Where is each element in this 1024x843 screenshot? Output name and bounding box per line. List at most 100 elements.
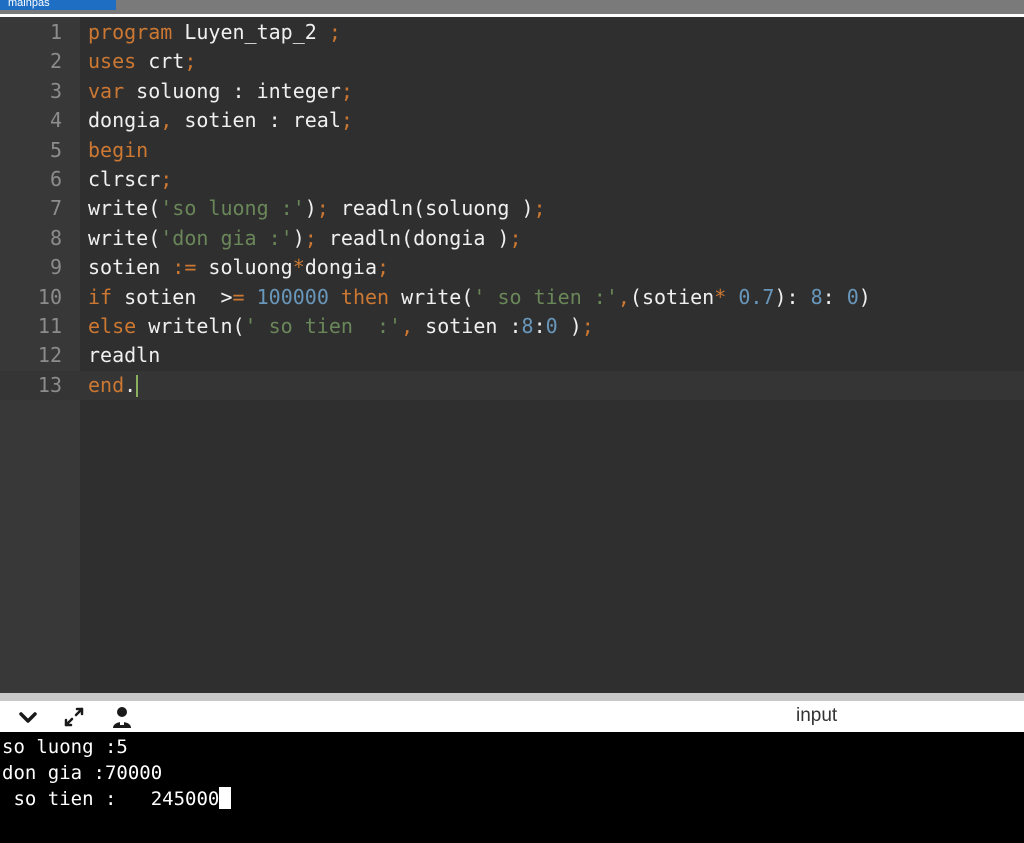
code-token: write( [88, 225, 161, 250]
expand-arrows-icon[interactable] [62, 705, 86, 729]
code-text[interactable]: program Luyen_tap_2 ; [88, 18, 341, 47]
code-token: Luyen_tap_2 [172, 20, 329, 44]
code-token: := [172, 255, 197, 280]
code-token: write( [88, 196, 161, 221]
code-line[interactable]: 1 program Luyen_tap_2 ; [0, 18, 1024, 47]
line-number: 2 [49, 49, 62, 74]
code-token: ; [509, 225, 522, 250]
code-token: 100000 [256, 284, 329, 309]
line-number: 13 [37, 372, 62, 397]
tab-mainpas[interactable]: mainpas [0, 0, 116, 10]
code-token: end [88, 372, 125, 397]
line-number: 1 [49, 20, 62, 44]
code-text[interactable]: readln [88, 341, 160, 370]
code-line[interactable]: 11 else writeln(' so tien :', sotien :8:0… [0, 312, 1024, 341]
code-token: soluong : integer [124, 78, 341, 103]
code-line[interactable]: 4 dongia, sotien : real; [0, 106, 1024, 135]
code-token: ) [557, 314, 582, 338]
code-text[interactable]: uses crt; [88, 47, 196, 76]
code-line[interactable]: 13 end. [0, 370, 1024, 400]
code-token: ): [774, 284, 811, 309]
code-token: ; [340, 108, 353, 133]
chevron-down-icon[interactable] [16, 705, 40, 729]
line-number: 7 [49, 196, 62, 221]
code-editor[interactable]: 1 program Luyen_tap_2 ; 2 uses crt; 3 var sol… [0, 17, 1024, 693]
code-line[interactable]: 6 clrscr; [0, 165, 1024, 194]
code-token: else [88, 314, 137, 338]
code-text[interactable]: write('so luong :'); readln(soluong ); [88, 194, 546, 223]
code-token: ; [304, 225, 317, 250]
code-token: ) [304, 196, 317, 221]
code-token: crt [136, 49, 185, 74]
code-line[interactable]: 10 if sotien >= 100000 then write(' so ti… [0, 283, 1024, 312]
code-token: sotien : real [172, 108, 341, 133]
code-token: , [160, 108, 173, 133]
code-token: 0.7 [738, 284, 775, 309]
code-text[interactable]: end. [88, 371, 139, 400]
console-line: don gia :70000 [0, 760, 1024, 786]
code-text[interactable]: begin [88, 136, 148, 165]
code-line[interactable]: 3 var soluong : integer; [0, 77, 1024, 106]
code-token: ' so tien :' [473, 284, 618, 309]
code-line[interactable]: 2 uses crt; [0, 47, 1024, 76]
code-token: 'so luong :' [160, 196, 305, 221]
line-number: 5 [49, 137, 62, 162]
code-token: . [124, 372, 137, 397]
code-line[interactable]: 7 write('so luong :'); readln(soluong ); [0, 194, 1024, 223]
code-token: ; [328, 20, 341, 44]
code-token: (sotien [629, 284, 715, 309]
code-token: 8 [521, 314, 534, 338]
code-line[interactable]: 12 readln [0, 341, 1024, 370]
text-cursor [136, 375, 139, 398]
panel-divider[interactable] [0, 693, 1024, 701]
code-text[interactable]: else writeln(' so tien :', sotien :8:0 )… [88, 312, 594, 341]
code-token: soluong [196, 255, 293, 280]
line-number: 8 [49, 225, 62, 250]
code-token: program [88, 20, 173, 44]
code-token: : [533, 314, 546, 338]
code-token: readln(dongia ) [316, 225, 510, 250]
code-text[interactable]: write('don gia :'); readln(dongia ); [88, 224, 522, 253]
code-token: if [88, 284, 113, 309]
code-token: ) [292, 225, 305, 250]
console-line: so luong :5 [0, 734, 1024, 760]
line-number: 4 [49, 108, 62, 133]
code-token: , [401, 314, 414, 338]
code-text[interactable]: clrscr; [88, 165, 172, 194]
code-token: var [88, 78, 125, 103]
code-token: ; [533, 196, 546, 221]
line-number: 6 [49, 167, 62, 191]
console-text: so luong :5 [2, 736, 128, 758]
code-line[interactable]: 9 sotien := soluong*dongia; [0, 253, 1024, 282]
code-token: sotien : [413, 314, 522, 338]
code-token: writeln( [136, 314, 245, 338]
code-text[interactable]: if sotien >= 100000 then write(' so tien… [88, 283, 871, 312]
console-output[interactable]: so luong :5 don gia :70000 so tien : 2450… [0, 732, 1024, 843]
code-token: begin [88, 137, 149, 162]
code-text[interactable]: var soluong : integer; [88, 77, 353, 106]
code-token: = [232, 284, 245, 309]
top-bar: mainpas [0, 0, 1024, 17]
code-token: sotien [88, 255, 173, 280]
code-token: uses [88, 49, 137, 74]
code-token: ) [858, 284, 871, 309]
user-icon[interactable] [110, 705, 134, 729]
code-line[interactable]: 5 begin [0, 136, 1024, 165]
code-token: then [340, 284, 390, 309]
code-token: clrscr [88, 167, 161, 191]
code-token: readln(soluong ) [328, 196, 534, 221]
code-token: 0 [545, 314, 558, 338]
code-token: 8 [810, 284, 823, 309]
code-line[interactable]: 8 write('don gia :'); readln(dongia ); [0, 224, 1024, 253]
code-token: , [617, 284, 630, 309]
code-text[interactable]: sotien := soluong*dongia; [88, 253, 389, 282]
input-label[interactable]: input [796, 705, 837, 727]
code-token: readln [88, 343, 161, 368]
code-text[interactable]: dongia, sotien : real; [88, 106, 353, 135]
console-toolbar: input [0, 701, 1024, 732]
code-token: write( [389, 284, 474, 309]
code-token: dongia [88, 108, 161, 133]
